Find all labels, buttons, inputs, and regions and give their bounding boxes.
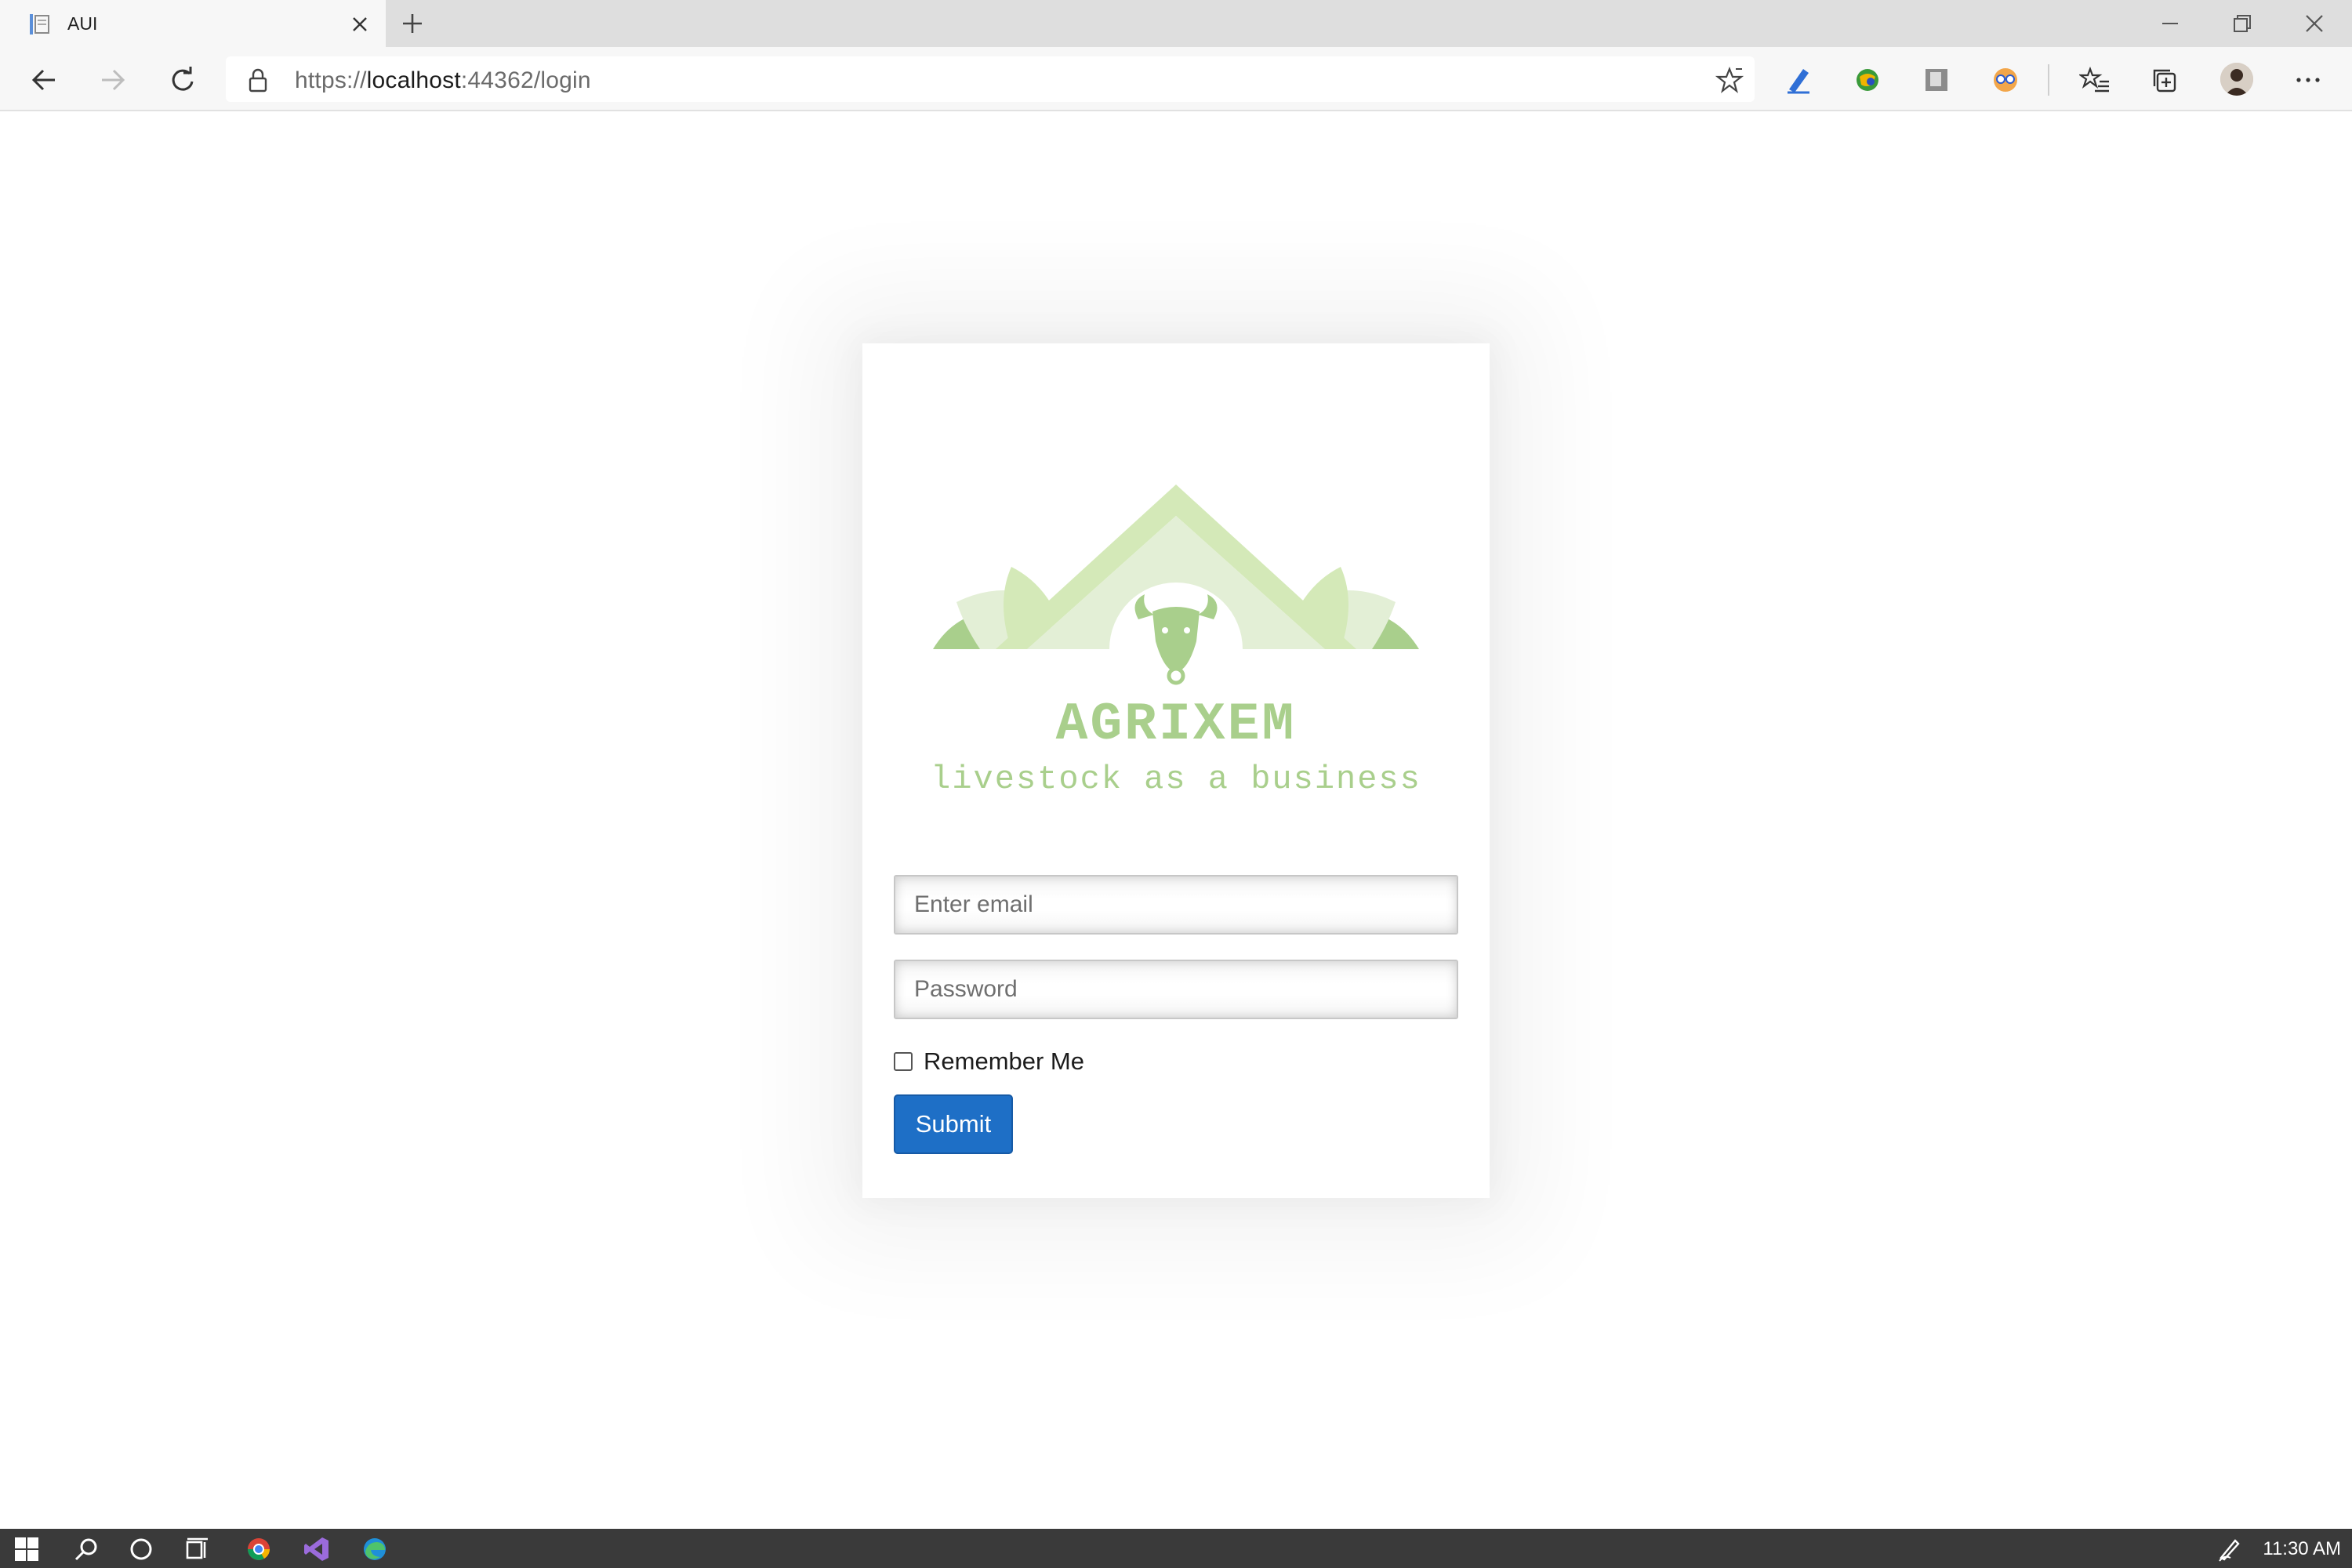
forward-icon (102, 69, 125, 91)
chrome-icon (248, 1538, 270, 1560)
extension-pen-icon (1788, 69, 1809, 94)
collections-button[interactable] (2148, 63, 2183, 97)
back-button[interactable] (27, 63, 61, 97)
extension-glasses-icon (1994, 68, 2017, 92)
taskbar-search-button[interactable] (72, 1535, 100, 1563)
windows-taskbar: 11:30 AM (0, 1529, 2352, 1568)
taskbar-clock: 11:30 AM (2263, 1538, 2341, 1559)
url-host: localhost (366, 67, 461, 93)
refresh-icon (172, 67, 194, 91)
tab-strip: AUI (0, 0, 2352, 47)
extension-globe-icon (1857, 69, 1878, 91)
remember-me-checkbox[interactable] (894, 1052, 913, 1071)
restore-window-icon[interactable] (2225, 8, 2259, 39)
visual-studio-taskbar-button[interactable] (303, 1535, 331, 1563)
new-tab-icon[interactable] (398, 9, 426, 38)
minimize-window-icon[interactable] (2153, 8, 2187, 39)
toolbar-separator (2048, 64, 2049, 96)
profile-person-icon (2220, 63, 2253, 96)
extension-pen-button[interactable] (1781, 63, 1816, 97)
more-menu-button[interactable] (2291, 63, 2325, 97)
remember-me-label: Remember Me (924, 1047, 1084, 1075)
edge-icon (364, 1538, 386, 1560)
edge-taskbar-button[interactable] (361, 1535, 389, 1563)
favorites-icon (2079, 66, 2109, 93)
windows-start-icon (15, 1537, 38, 1561)
chrome-taskbar-button[interactable] (245, 1535, 273, 1563)
extension-photo-button[interactable] (1919, 63, 1954, 97)
extension-globe-button[interactable] (1850, 63, 1885, 97)
task-view-button[interactable] (183, 1535, 212, 1563)
close-window-icon[interactable] (2297, 8, 2332, 39)
favorites-button[interactable] (2078, 63, 2112, 97)
agrixem-logo (933, 485, 1419, 685)
browser-toolbar: https://localhost:44362/login (0, 47, 2352, 111)
email-field[interactable] (894, 875, 1458, 935)
more-menu-icon (2296, 78, 2320, 82)
back-icon (31, 69, 55, 91)
brand-name: AGRIXEM (1055, 695, 1297, 755)
pen-tray-icon (2219, 1539, 2240, 1562)
url-path: :44362/login (460, 67, 591, 93)
url-text: https://localhost:44362/login (295, 67, 591, 94)
extension-photo-icon (1926, 69, 1947, 91)
cortana-icon (130, 1538, 152, 1560)
visual-studio-icon (304, 1537, 328, 1561)
task-view-icon (186, 1537, 208, 1559)
submit-button[interactable]: Submit (894, 1094, 1013, 1154)
lock-icon (249, 68, 267, 93)
address-bar[interactable]: https://localhost:44362/login (226, 56, 1755, 102)
cortana-button[interactable] (127, 1535, 155, 1563)
windows-start-button[interactable] (13, 1535, 41, 1563)
brand-tagline: livestock as a business (931, 760, 1421, 798)
forward-button[interactable] (96, 63, 130, 97)
refresh-button[interactable] (165, 63, 199, 97)
search-icon (74, 1538, 97, 1561)
profile-avatar[interactable] (2220, 63, 2253, 96)
collections-icon (2153, 69, 2176, 93)
close-tab-icon[interactable] (350, 14, 370, 34)
favorite-star-icon[interactable] (1715, 66, 1744, 94)
login-card: AGRIXEM livestock as a business Remember… (862, 343, 1490, 1198)
password-field[interactable] (894, 960, 1458, 1019)
extension-glasses-button[interactable] (1988, 63, 2023, 97)
browser-tab[interactable]: AUI (0, 0, 386, 47)
page-favicon-icon (30, 14, 49, 34)
url-scheme: https:// (295, 67, 367, 93)
tab-title: AUI (67, 13, 98, 34)
remember-me-row[interactable]: Remember Me (894, 1047, 1084, 1076)
pen-tray-button[interactable] (2216, 1535, 2244, 1563)
